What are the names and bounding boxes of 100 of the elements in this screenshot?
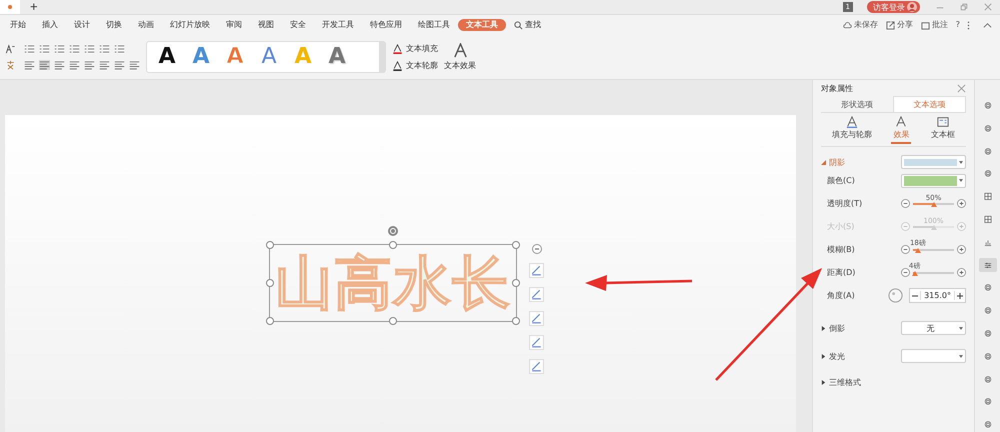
decrease-icon[interactable] <box>901 268 910 277</box>
resize-handle[interactable] <box>266 317 274 325</box>
new-tab-button[interactable]: + <box>26 0 42 14</box>
text-style-preset[interactable]: A <box>155 44 179 70</box>
align-left-icon[interactable] <box>24 60 35 70</box>
text-style-preset[interactable]: A <box>325 44 349 70</box>
paragraph-spacing-icon[interactable] <box>114 60 125 70</box>
panel-subtab[interactable]: 文本框 <box>929 116 958 144</box>
color-dropdown[interactable] <box>901 174 966 188</box>
caret-icon <box>821 326 826 330</box>
text-change-icon[interactable] <box>4 60 16 70</box>
text-outline-button[interactable]: 文本轮廓 <box>392 60 438 71</box>
save-status-button[interactable]: 未保存 <box>838 19 882 31</box>
decrease-icon[interactable] <box>901 199 910 208</box>
comment-icon <box>920 20 930 30</box>
section-header[interactable]: 发光 <box>821 350 845 362</box>
panel-tab[interactable]: 形状选项 <box>821 96 892 112</box>
panel-tab[interactable]: 文本选项 <box>892 96 966 112</box>
resize-handle[interactable] <box>266 279 274 287</box>
pen-icon[interactable] <box>529 287 544 302</box>
text-fill-button[interactable]: 文本填充 <box>392 43 438 54</box>
avatar-icon <box>907 2 917 12</box>
columns-icon[interactable] <box>84 44 95 54</box>
increase-icon[interactable] <box>957 245 966 254</box>
menu-tab[interactable]: 开始 <box>2 19 34 31</box>
numbering-icon[interactable] <box>39 44 50 54</box>
plus-icon[interactable] <box>955 290 965 300</box>
font-size-icon[interactable] <box>4 44 16 54</box>
property-label: 距离(D) <box>827 267 856 278</box>
indent-icon[interactable] <box>69 44 80 54</box>
comment-button[interactable]: 批注 <box>916 19 952 31</box>
menu-tab[interactable]: 视图 <box>250 19 282 31</box>
bullets-icon[interactable] <box>24 44 35 54</box>
increase-icon[interactable] <box>957 199 966 208</box>
resize-handle[interactable] <box>512 317 520 325</box>
caret-icon <box>959 354 963 358</box>
angle-spinner[interactable]: 315.0° <box>909 288 966 303</box>
menu-tab[interactable]: 插入 <box>34 19 66 31</box>
menu-tab[interactable]: 开发工具 <box>314 19 362 31</box>
menu-tab[interactable]: 审阅 <box>218 19 250 31</box>
help-button[interactable]: ? <box>952 19 964 31</box>
align-right-icon[interactable] <box>54 60 65 70</box>
menu-tab[interactable]: 幻灯片放映 <box>162 19 218 31</box>
share-button[interactable]: 分享 <box>882 19 917 31</box>
caret-icon <box>959 179 963 182</box>
caret-icon <box>821 380 826 385</box>
text-effects-icon <box>452 43 468 58</box>
angle-dial-icon[interactable] <box>888 288 904 303</box>
resize-handle[interactable] <box>512 279 520 287</box>
slider-thumb[interactable] <box>914 248 921 252</box>
rotate-handle-icon[interactable] <box>388 226 398 236</box>
menu-tab[interactable]: 设计 <box>66 19 98 31</box>
search-icon <box>514 20 523 30</box>
login-button[interactable]: 访客登录 <box>867 1 920 13</box>
list-spacing-icon[interactable] <box>129 60 140 70</box>
distribute-icon[interactable] <box>84 60 95 70</box>
text-frame-icon <box>937 116 950 128</box>
fill-outline-icon <box>846 116 858 128</box>
property-label: 大小(S) <box>827 221 854 232</box>
outdent-icon[interactable] <box>54 44 65 54</box>
section-header[interactable]: 三维格式 <box>821 377 861 388</box>
section-dropdown[interactable]: 无 <box>901 321 966 335</box>
resize-handle[interactable] <box>266 241 274 249</box>
section-header[interactable]: 倒影 <box>821 322 845 334</box>
resize-handle[interactable] <box>389 317 397 325</box>
word-art-text: 山高水长 <box>275 250 511 316</box>
align-center-icon[interactable] <box>39 60 50 70</box>
menu-tab[interactable]: 特色应用 <box>362 19 410 31</box>
spacing-icon[interactable] <box>114 44 125 54</box>
document-tab[interactable] <box>0 0 20 14</box>
slider-thumb[interactable] <box>912 270 918 276</box>
collapse-icon[interactable] <box>983 20 992 30</box>
caret-icon <box>959 326 963 330</box>
zoom-out-icon[interactable] <box>532 244 542 254</box>
text-style-preset[interactable]: A <box>257 44 281 70</box>
panel-title[interactable]: 对象属性 <box>821 82 853 94</box>
caret-icon <box>821 160 826 164</box>
text-effects-button[interactable]: 文本效果 <box>444 43 476 71</box>
justify-icon[interactable] <box>69 60 80 70</box>
resize-handle[interactable] <box>512 241 520 249</box>
gallery-scrollbar[interactable] <box>379 42 385 72</box>
search-button[interactable]: 查找 <box>506 19 549 31</box>
line-spacing-icon[interactable] <box>99 60 110 70</box>
effects-icon <box>895 116 908 128</box>
cloud-icon <box>842 20 852 30</box>
menu-tab[interactable]: 安全 <box>282 19 314 31</box>
property-label: 模糊(B) <box>827 244 855 255</box>
panel-subtab[interactable]: 填充与轮廓 <box>830 116 874 144</box>
resize-handle[interactable] <box>389 241 397 249</box>
increase-icon[interactable] <box>957 268 966 277</box>
caret-icon <box>821 354 826 358</box>
caret-icon <box>959 160 963 164</box>
slider-thumb[interactable] <box>930 202 936 206</box>
menu-tab[interactable]: 动画 <box>130 19 162 31</box>
sliders-icon[interactable] <box>978 258 996 272</box>
decrease-icon[interactable] <box>901 245 910 254</box>
close-icon[interactable] <box>957 84 966 92</box>
menu-tab[interactable]: 切换 <box>98 19 130 31</box>
menu-tab[interactable]: 绘图工具 <box>410 19 458 31</box>
property-label: 透明度(T) <box>827 198 862 209</box>
